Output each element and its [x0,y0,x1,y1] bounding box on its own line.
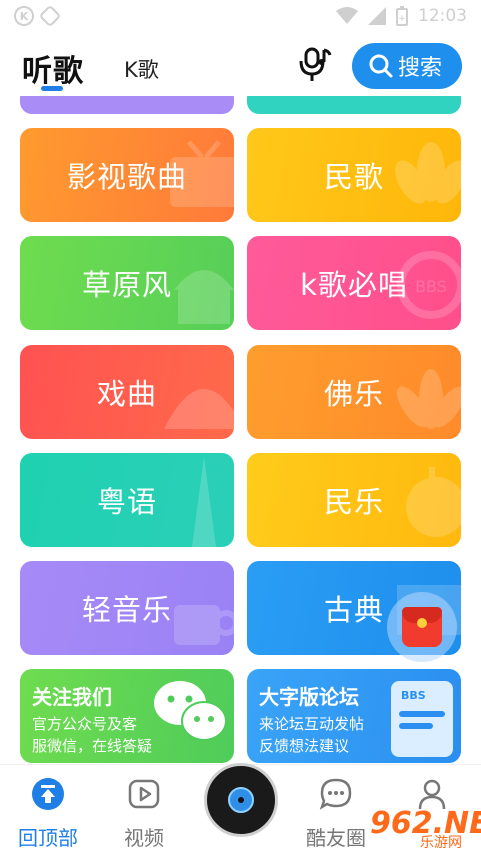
nav-friends[interactable]: 酷友圈 [296,777,376,851]
watermark-sub: 乐游网 [420,835,462,851]
category-label: 轻音乐 [81,593,172,627]
forum-card[interactable]: 大字版论坛 来论坛互动发帖 反馈想法建议 BBS [247,669,461,763]
app-screen: K + 12:03 听歌 K歌 搜索 影视歌曲 民歌 草原风 BBS k歌必唱 … [0,0,481,855]
signal-icon [368,7,386,25]
nav-back-to-top[interactable]: 回顶部 [8,777,88,851]
category-label: 戏曲 [96,377,157,411]
flower-icon [395,142,461,204]
wechat-icon [154,681,227,741]
bbs-line [399,723,433,729]
category-label: k歌必唱 [300,268,408,302]
lotus-icon [396,369,461,429]
nav-video[interactable]: 视频 [104,777,184,851]
category-card[interactable]: 粤语 [20,453,234,547]
diamond-app-icon [38,4,62,28]
nav-label: 视频 [124,826,164,850]
partial-card-right [247,96,461,114]
arrow-up-icon [32,778,64,810]
promo-title: 大字版论坛 [259,685,359,709]
coffee-icon [174,605,234,645]
yurt-icon [174,270,234,324]
category-card[interactable]: 轻音乐 [20,561,234,655]
category-label: 草原风 [81,268,172,302]
promo-line: 反馈想法建议 [259,737,350,755]
tab-indicator [41,86,63,91]
category-card[interactable]: 草原风 [20,236,234,330]
svg-text:BBS: BBS [415,277,447,296]
coin-icon [406,467,461,537]
category-label: 佛乐 [323,377,384,411]
nav-label: 回顶部 [18,826,78,850]
svg-text:+: + [398,14,406,24]
play-icon [128,779,160,809]
promo-title: 关注我们 [32,685,112,709]
red-packet-icon [402,607,442,647]
category-card[interactable]: BBS k歌必唱 [247,236,461,330]
search-icon [369,54,393,78]
category-label: 古典 [323,593,384,627]
search-label: 搜索 [398,56,443,81]
category-grid[interactable]: 影视歌曲 民歌 草原风 BBS k歌必唱 戏曲 佛乐 粤语 民乐 轻音乐 古典 … [0,96,481,764]
mic-music-icon[interactable] [297,46,333,84]
category-card[interactable]: 民歌 [247,128,461,222]
category-label: 民歌 [323,160,384,194]
nav-label: 酷友圈 [306,826,366,850]
header: 听歌 K歌 搜索 [0,36,481,96]
category-card[interactable]: 影视歌曲 [20,128,234,222]
bbs-badge: BBS [401,689,426,702]
fan-icon [164,389,234,429]
follow-us-card[interactable]: 关注我们 官方公众号及客 服微信，在线答疑 [20,669,234,763]
vinyl-player-button[interactable] [204,763,278,837]
search-button[interactable]: 搜索 [352,43,462,89]
partial-card-left [20,96,234,114]
promo-line: 官方公众号及客 [32,715,138,733]
battery-icon: + [396,6,408,26]
wifi-icon [336,7,358,24]
tower-icon [192,457,216,547]
vinyl-icon [228,787,254,813]
category-card[interactable]: 戏曲 [20,345,234,439]
category-label: 粤语 [96,485,157,519]
category-label: 影视歌曲 [66,160,187,194]
red-packet-button[interactable] [387,592,457,662]
category-card[interactable]: 民乐 [247,453,461,547]
promo-line: 服微信，在线答疑 [32,737,153,755]
bbs-line [399,711,445,717]
bbs-icon: BBS [391,681,453,757]
category-card[interactable]: 佛乐 [247,345,461,439]
tab-listen[interactable]: 听歌 [22,46,84,90]
category-label: 民乐 [323,485,384,519]
promo-line: 来论坛互动发帖 [259,715,365,733]
tab-karaoke[interactable]: K歌 [124,54,159,84]
status-bar: K + 12:03 [0,0,481,32]
chat-bubble-icon [319,778,352,810]
clock: 12:03 [418,6,467,26]
k-app-icon: K [14,6,34,26]
